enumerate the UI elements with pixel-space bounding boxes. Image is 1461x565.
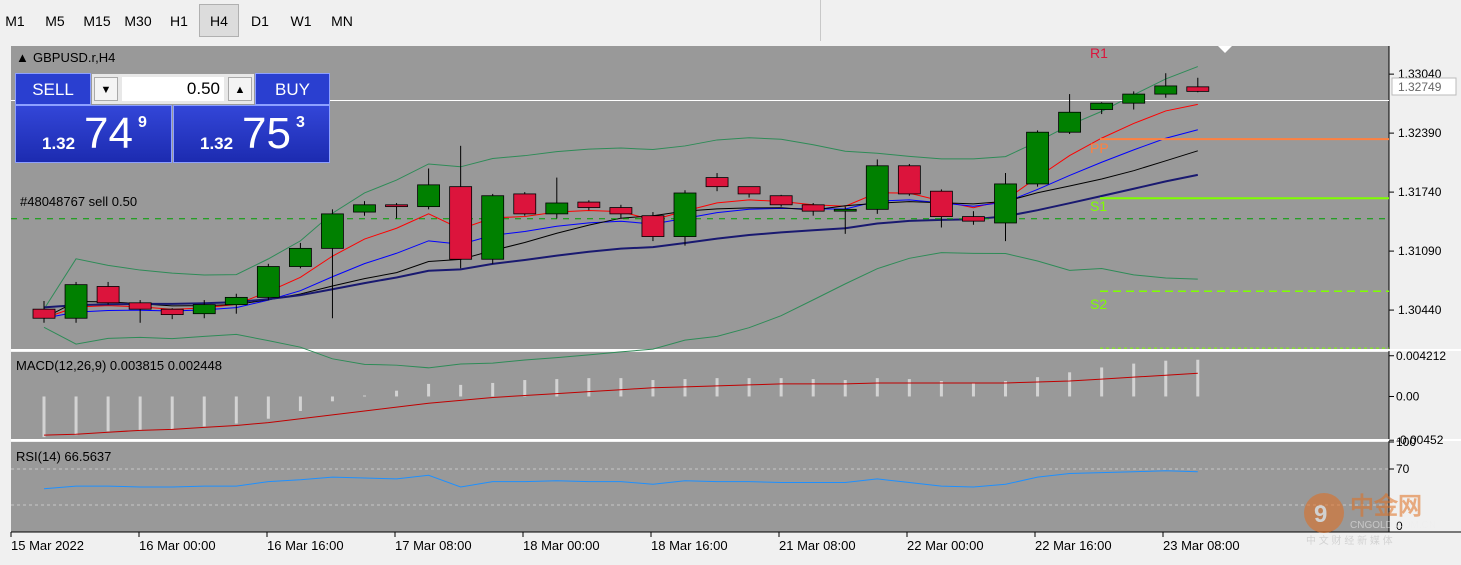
- candle-body[interactable]: [833, 208, 857, 212]
- candle-body[interactable]: [160, 308, 184, 316]
- candle-body[interactable]: [673, 192, 697, 237]
- macd-label: MACD(12,26,9) 0.003815 0.002448: [16, 358, 222, 373]
- candle-body[interactable]: [288, 247, 312, 267]
- s1-label: S1: [1090, 198, 1107, 214]
- candle-body[interactable]: [801, 204, 825, 212]
- lot-stepper[interactable]: ▼ 0.50 ▲: [91, 73, 255, 105]
- candle-body[interactable]: [1026, 131, 1049, 185]
- candle-body[interactable]: [545, 202, 569, 215]
- candle-body[interactable]: [865, 165, 889, 210]
- current-price-label: 1.32749: [1398, 80, 1442, 94]
- sell-price-button[interactable]: 1.32 74 9: [15, 105, 172, 163]
- sell-price-pips: 74: [84, 109, 133, 158]
- rsi-panel: [11, 442, 1389, 532]
- buy-price-button[interactable]: 1.32 75 3: [173, 105, 330, 163]
- macd-tick-label: 0.00: [1396, 389, 1420, 403]
- candle-body[interactable]: [705, 177, 729, 188]
- timeframe-h1-button[interactable]: H1: [160, 4, 198, 37]
- buy-price-prefix: 1.32: [200, 134, 234, 153]
- price-tick-label: 1.30440: [1398, 303, 1442, 317]
- candle-body[interactable]: [577, 201, 601, 208]
- candle-body[interactable]: [769, 195, 793, 206]
- svg-text:9: 9: [1314, 501, 1327, 528]
- candle-body[interactable]: [96, 286, 120, 304]
- chart-window: 0.004212 0.00 -0.00452 100 70 0 1.33040 1.323…: [0, 41, 1461, 560]
- timeframe-m5-button[interactable]: M5: [36, 4, 74, 37]
- rsi-tick-label: 70: [1396, 462, 1410, 476]
- buy-price-pips: 75: [242, 109, 291, 158]
- timeframe-mn-button[interactable]: MN: [322, 4, 362, 37]
- date-label: 17 Mar 08:00: [395, 538, 472, 553]
- symbol-label: GBPUSD.r,H4: [33, 50, 115, 65]
- price-scale: [1389, 46, 1461, 532]
- price-tick-label: 1.31740: [1398, 185, 1442, 199]
- price-tick-label: 1.32390: [1398, 126, 1442, 140]
- lot-input[interactable]: 0.50: [122, 77, 224, 101]
- candle-body[interactable]: [962, 216, 985, 222]
- timeframe-h4-button[interactable]: H4: [199, 4, 239, 37]
- watermark-brand: 中金网: [1350, 492, 1422, 520]
- candle-body[interactable]: [64, 284, 88, 319]
- timeframe-w1-button[interactable]: W1: [282, 4, 320, 37]
- candle-body[interactable]: [1090, 102, 1114, 110]
- macd-tick-label: 0.004212: [1396, 349, 1446, 363]
- date-label: 22 Mar 00:00: [907, 538, 984, 553]
- date-label: 16 Mar 16:00: [267, 538, 344, 553]
- date-label: 18 Mar 16:00: [651, 538, 728, 553]
- candle-body[interactable]: [641, 215, 665, 237]
- s2-label: S2: [1090, 296, 1107, 312]
- one-click-trading-panel: SELL ▼ 0.50 ▲ BUY 1.32 74 9 1.32 75 3: [15, 73, 330, 163]
- candle-body[interactable]: [224, 296, 248, 306]
- candle-body[interactable]: [994, 183, 1017, 224]
- candle-body[interactable]: [128, 302, 152, 310]
- pp-label: PP: [1090, 140, 1109, 156]
- watermark-site: CNGOLD.COM.CN: [1350, 520, 1436, 531]
- date-label: 22 Mar 16:00: [1035, 538, 1112, 553]
- rsi-tick-label: 100: [1396, 435, 1416, 449]
- date-label: 23 Mar 08:00: [1163, 538, 1240, 553]
- sell-price-prefix: 1.32: [42, 134, 76, 153]
- r1-label: R1: [1090, 45, 1108, 61]
- symbol-icon: ▲: [16, 50, 29, 65]
- candle-body[interactable]: [417, 184, 441, 208]
- order-label: #48048767 sell 0.50: [20, 194, 137, 209]
- date-label: 18 Mar 00:00: [523, 538, 600, 553]
- candle-body[interactable]: [32, 308, 56, 319]
- timeframe-d1-button[interactable]: D1: [240, 4, 280, 37]
- candle-body[interactable]: [1058, 111, 1081, 133]
- sell-button[interactable]: SELL: [15, 73, 91, 105]
- lot-increase-icon[interactable]: ▲: [228, 77, 252, 101]
- timeframe-toolbar: M1 M5 M15 M30 H1 H4 D1 W1 MN: [0, 0, 821, 42]
- candle-body[interactable]: [1186, 86, 1210, 92]
- candle-body[interactable]: [256, 266, 280, 298]
- timeframe-m15-button[interactable]: M15: [77, 4, 117, 37]
- candle-body[interactable]: [930, 190, 953, 218]
- candle-body[interactable]: [609, 207, 633, 215]
- timeframe-m1-button[interactable]: M1: [0, 4, 30, 37]
- lot-decrease-icon[interactable]: ▼: [94, 77, 118, 101]
- candle-body[interactable]: [737, 186, 761, 195]
- candle-body[interactable]: [1154, 85, 1178, 95]
- candle-body[interactable]: [513, 193, 537, 215]
- candle-body[interactable]: [353, 204, 376, 213]
- rsi-label: RSI(14) 66.5637: [16, 449, 111, 464]
- date-label: 16 Mar 00:00: [139, 538, 216, 553]
- price-tick-label: 1.31090: [1398, 244, 1442, 258]
- timeframe-m30-button[interactable]: M30: [118, 4, 158, 37]
- buy-price-fraction: 3: [296, 114, 305, 131]
- date-label: 15 Mar 2022: [11, 538, 84, 553]
- candle-body[interactable]: [481, 195, 505, 260]
- candle-body[interactable]: [1122, 93, 1146, 104]
- candle-body[interactable]: [385, 204, 408, 208]
- candle-body[interactable]: [449, 186, 473, 260]
- watermark-slogan: 中 文 财 经 新 媒 体: [1306, 534, 1393, 547]
- candle-body[interactable]: [897, 165, 921, 195]
- candle-body[interactable]: [192, 304, 216, 315]
- date-label: 21 Mar 08:00: [779, 538, 856, 553]
- candle-body[interactable]: [321, 213, 344, 249]
- watermark-logo: 9 中金网 CNGOLD.COM.CN 中 文 财 经 新 媒 体: [1304, 492, 1436, 547]
- buy-button[interactable]: BUY: [255, 73, 330, 105]
- sell-price-fraction: 9: [138, 114, 147, 131]
